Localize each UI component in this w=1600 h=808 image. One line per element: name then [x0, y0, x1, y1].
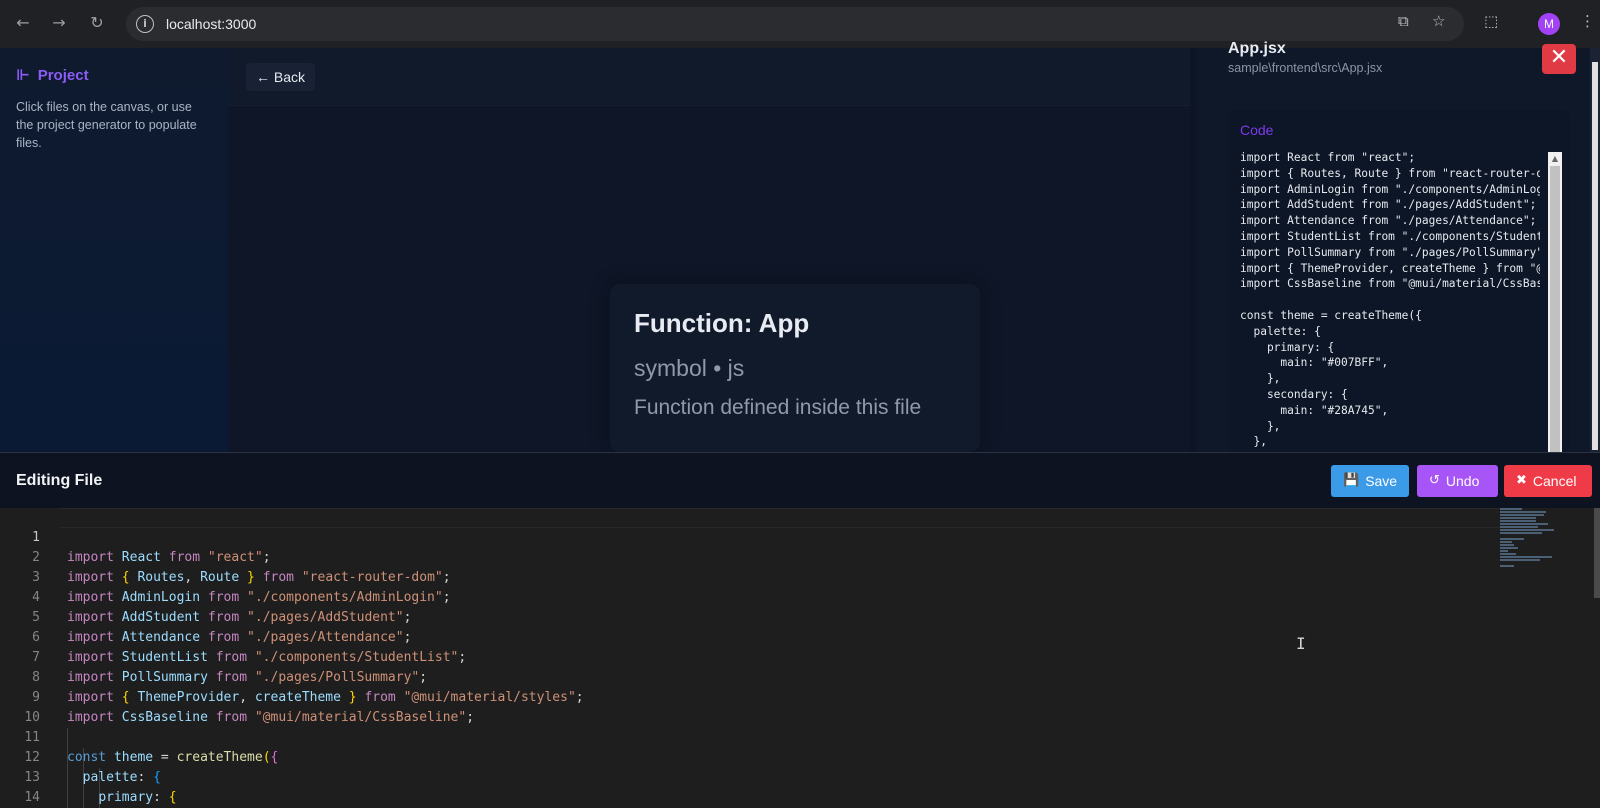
- editor-header: Editing File 💾 Save ↺ Undo ✖ Cancel: [0, 452, 1600, 508]
- editor-title: Editing File: [16, 472, 103, 489]
- minimap-row: [1500, 547, 1518, 549]
- cancel-label: Cancel: [1532, 473, 1577, 489]
- undo-button[interactable]: ↺ Undo: [1417, 465, 1498, 497]
- file-path: sample\frontend\src\App.jsx: [1228, 61, 1383, 75]
- back-button[interactable]: ← Back: [246, 63, 316, 91]
- tooltip-description: Function defined inside this file: [634, 396, 922, 419]
- code-line[interactable]: 10: [0, 688, 1500, 725]
- minimap-row: [1500, 559, 1540, 561]
- panel-scrollbar[interactable]: [1590, 48, 1600, 452]
- minimap-row: [1500, 538, 1524, 540]
- code-line[interactable]: 4 import AddStudent from "./pages/AddStu…: [0, 568, 1500, 625]
- reload-icon[interactable]: ↻: [86, 12, 108, 34]
- code-preview[interactable]: import React from "react"; import { Rout…: [1240, 150, 1540, 450]
- panel-scrollbar-thumb[interactable]: [1592, 62, 1598, 450]
- minimap-row: [1500, 565, 1514, 567]
- address-bar[interactable]: i localhost:3000: [126, 7, 1464, 41]
- editor-scrollbar[interactable]: [1594, 508, 1600, 598]
- minimap-row: [1500, 514, 1544, 516]
- project-description: Click files on the canvas, or use the pr…: [16, 100, 197, 150]
- editor-minimap[interactable]: [1500, 508, 1560, 578]
- code-line[interactable]: 13 primary: {: [0, 748, 1500, 805]
- code-line[interactable]: 6 import StudentList from "./components/…: [0, 608, 1500, 665]
- code-line[interactable]: 15 },: [0, 788, 1500, 808]
- minimap-row: [1500, 517, 1536, 519]
- minimap-row: [1500, 523, 1548, 525]
- minimap-row: [1500, 532, 1542, 534]
- code-line[interactable]: 12 palette: {: [0, 728, 1500, 785]
- minimap-row: [1500, 526, 1538, 528]
- project-tree-icon: ⊩: [16, 66, 30, 84]
- more-menu-icon[interactable]: ⋮: [1580, 12, 1595, 30]
- undo-icon: ↺: [1429, 473, 1440, 488]
- cancel-x-icon: ✖: [1516, 473, 1527, 488]
- code-line[interactable]: 1 import React from "react";: [0, 508, 1500, 565]
- file-name: App.jsx: [1228, 40, 1286, 57]
- scrollbar-thumb[interactable]: [1550, 166, 1560, 452]
- code-line[interactable]: 11 const theme = createTheme({: [0, 708, 1500, 765]
- code-preview-scrollbar[interactable]: ▲: [1548, 152, 1562, 452]
- symbol-tooltip: Function: App symbol • js Function defin…: [610, 284, 980, 452]
- minimap-row: [1500, 541, 1512, 543]
- site-info-icon[interactable]: i: [136, 15, 154, 33]
- minimap-row: [1500, 553, 1516, 555]
- forward-arrow-icon[interactable]: →: [48, 12, 70, 34]
- code-line[interactable]: 7 import PollSummary from "./pages/PollS…: [0, 628, 1500, 685]
- back-arrow-icon[interactable]: ←: [12, 12, 34, 34]
- code-preview-card: Code import React from "react"; import {…: [1228, 110, 1570, 452]
- project-header: ⊩ Project: [16, 66, 212, 84]
- profile-avatar[interactable]: M: [1538, 13, 1560, 35]
- tooltip-meta: symbol • js: [634, 355, 745, 381]
- cancel-button[interactable]: ✖ Cancel: [1504, 465, 1592, 497]
- code-line[interactable]: 9 import CssBaseline from "@mui/material…: [0, 668, 1500, 725]
- file-details-panel: App.jsx sample\frontend\src\App.jsx ✕ Co…: [1196, 40, 1600, 452]
- minimap-row: [1500, 529, 1554, 531]
- floppy-disk-icon: 💾: [1343, 473, 1360, 488]
- project-title: Project: [37, 66, 89, 84]
- bookmark-star-icon[interactable]: ☆: [1432, 12, 1445, 30]
- code-line[interactable]: 14 main: "#007BFF",: [0, 768, 1500, 805]
- minimap-row: [1500, 556, 1552, 558]
- install-app-icon[interactable]: ⧉: [1398, 12, 1409, 30]
- extensions-icon[interactable]: ⬚: [1484, 12, 1498, 30]
- minimap-row: [1500, 508, 1522, 510]
- code-section-title: Code: [1240, 122, 1274, 138]
- code-line[interactable]: 5 import Attendance from "./pages/Attend…: [0, 588, 1500, 645]
- code-editor[interactable]: 1 import React from "react"; 2 import { …: [0, 508, 1600, 808]
- minimap-row: [1500, 520, 1536, 522]
- scroll-up-icon[interactable]: ▲: [1550, 154, 1560, 164]
- code-line[interactable]: 8 import { ThemeProvider, createTheme } …: [0, 648, 1500, 705]
- save-label: Save: [1365, 473, 1398, 489]
- browser-toolbar: ← → ↻ i localhost:3000 ⧉ ☆ ⬚ M ⋮: [0, 0, 1600, 48]
- canvas-toolbar: ← Back: [228, 48, 1190, 106]
- code-line[interactable]: 2 import { Routes, Route } from "react-r…: [0, 528, 1500, 585]
- minimap-row: [1500, 511, 1546, 513]
- minimap-row: [1500, 544, 1514, 546]
- code-line[interactable]: 3 import AdminLogin from "./components/A…: [0, 548, 1500, 605]
- save-button[interactable]: 💾 Save: [1331, 465, 1409, 497]
- undo-label: Undo: [1445, 473, 1480, 489]
- project-sidebar: ⊩ Project Click files on the canvas, or …: [0, 48, 228, 452]
- graph-canvas[interactable]: ← Back Function: App symbol • js Functio…: [228, 48, 1190, 452]
- tooltip-title: Function: App: [634, 308, 810, 338]
- text-cursor-icon: I: [1296, 634, 1306, 653]
- url-text: localhost:3000: [166, 16, 257, 32]
- minimap-row: [1500, 550, 1508, 552]
- close-panel-button[interactable]: ✕: [1542, 44, 1576, 74]
